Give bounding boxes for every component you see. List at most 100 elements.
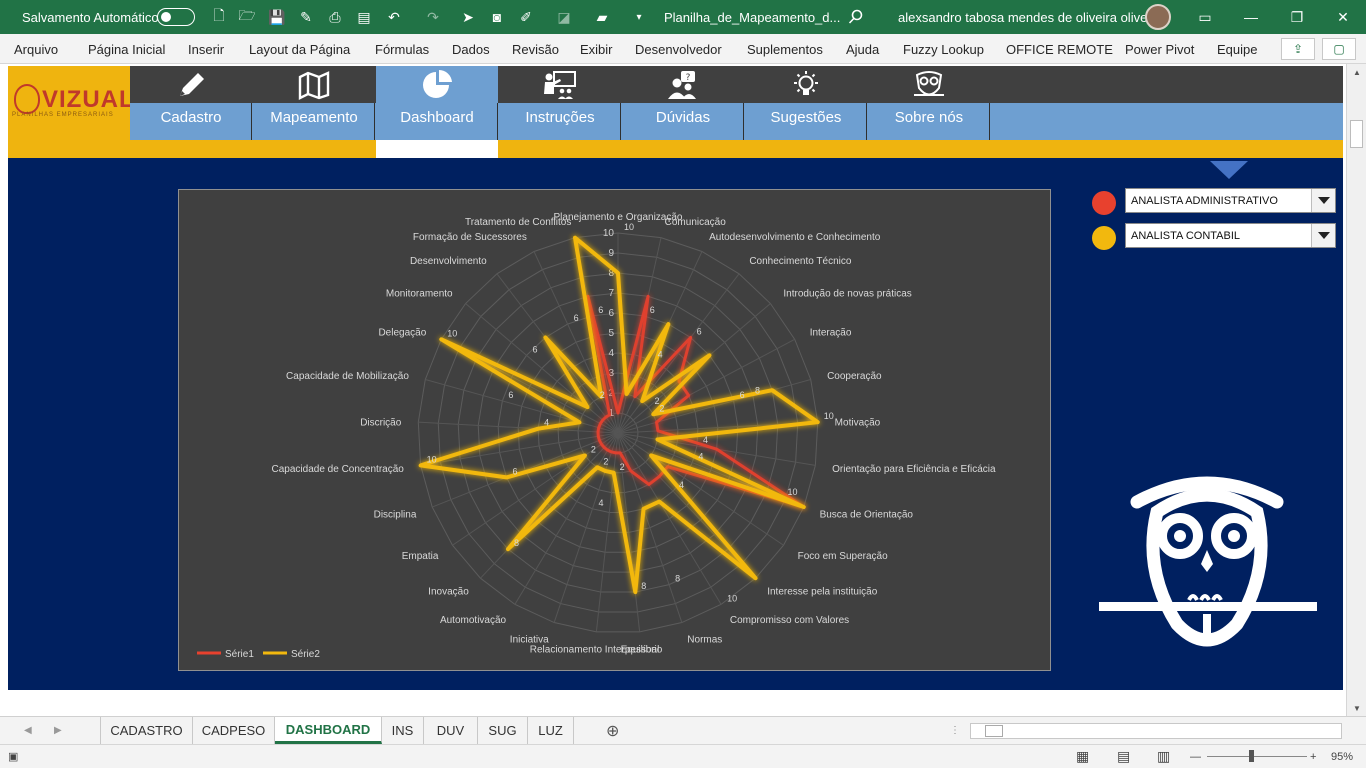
role-select-2[interactable]: ANALISTA CONTABIL [1125,223,1336,248]
tab-splitter-icon[interactable]: ⋮ [950,717,960,744]
scroll-up-icon[interactable]: ▲ [1347,66,1366,80]
avatar[interactable] [1145,4,1171,30]
radar-category-label: Normas [687,635,722,646]
radar-data-label: 2 [600,390,605,400]
radar-category-label: Interação [810,327,852,338]
sheet-tabs-bar: ◀ ▶ CADASTRO CADPESO DASHBOARD INS DUV S… [0,716,1366,744]
sheet-tab-ins[interactable]: INS [382,717,424,744]
close-icon[interactable]: ✕ [1320,0,1366,34]
camera-icon[interactable]: ◙ [487,0,507,34]
page-layout-view-icon[interactable]: ▤ [1117,745,1130,768]
horizontal-scroll-thumb[interactable] [985,725,1003,737]
radar-category-label: Compromisso com Valores [730,615,849,626]
radar-tick-label: 4 [608,348,614,359]
menu-power-pivot[interactable]: Power Pivot [1125,34,1194,64]
document-icon[interactable]: ▤ [354,0,374,34]
role-select-1[interactable]: ANALISTA ADMINISTRATIVO [1125,188,1336,213]
scroll-down-icon[interactable]: ▼ [1347,702,1366,716]
zoom-in-icon[interactable]: + [1310,745,1316,768]
radar-category-label: Planejamento e Organização [554,212,683,223]
menu-desenvolvedor[interactable]: Desenvolvedor [635,34,722,64]
ribbon-display-icon[interactable]: ▭ [1182,0,1228,34]
series1-color-dot [1092,191,1116,215]
comments-icon[interactable]: ▢ [1322,38,1356,60]
vertical-scroll-thumb[interactable] [1350,120,1363,148]
radar-chart[interactable]: 1 2 3 4 5 6 7 8 9 10 Planejamento e Organização Com… [178,189,1051,671]
radar-data-label: 6 [650,305,655,315]
chevron-down-icon[interactable] [1311,189,1335,212]
menu-suplementos[interactable]: Suplementos [747,34,823,64]
question-person-icon: ? [622,66,744,103]
lightbulb-icon [745,66,867,103]
sheet-tab-cadpeso[interactable]: CADPESO [193,717,275,744]
add-sheet-icon[interactable]: ⊕ [606,717,619,744]
normal-view-icon[interactable]: ▦ [1076,745,1089,768]
zoom-level[interactable]: 95% [1331,745,1353,768]
autosave-toggle[interactable] [157,8,195,26]
sheet-tab-duv[interactable]: DUV [424,717,478,744]
menu-formulas[interactable]: Fórmulas [375,34,429,64]
radar-category-label: Conhecimento Técnico [749,256,852,267]
sheet-tab-luz[interactable]: LUZ [528,717,574,744]
nav-tab-dashboard[interactable]: Dashboard [376,66,498,140]
form-icon[interactable]: ✎ [296,0,316,34]
edit-document-icon[interactable]: ✐ [516,0,536,34]
series2-color-dot [1092,226,1116,250]
zoom-slider-thumb[interactable] [1249,750,1254,762]
menu-revisao[interactable]: Revisão [512,34,559,64]
nav-tab-sobre-nos[interactable]: Sobre nós [868,66,990,140]
menu-office-remote[interactable]: OFFICE REMOTE [1006,34,1113,64]
nav-tab-cadastro[interactable]: Cadastro [130,66,252,140]
zoom-slider[interactable] [1207,756,1307,757]
save-icon[interactable]: 💾 [267,0,287,34]
tab-prev-icon[interactable]: ◀ [24,717,32,744]
customize-icon[interactable]: ▾ [629,0,649,34]
print-icon[interactable]: ⎙ [325,0,345,34]
zoom-out-icon[interactable]: — [1190,745,1201,768]
highlight-icon[interactable]: ▰ [592,0,612,34]
radar-data-label: 6 [697,326,702,336]
menu-equipe[interactable]: Equipe [1217,34,1257,64]
menu-pagina-inicial[interactable]: Página Inicial [88,34,165,64]
menu-fuzzy-lookup[interactable]: Fuzzy Lookup [903,34,984,64]
new-file-icon[interactable]: 🗋 [209,0,229,34]
radar-category-label: Empatia [402,551,439,562]
radar-category-label: Interesse pela instituição [767,587,878,598]
vertical-scrollbar[interactable]: ▲ ▼ [1346,64,1366,716]
search-icon[interactable] [846,0,866,34]
radar-data-label: 6 [513,466,518,476]
radar-tick-label: 9 [608,248,614,259]
page-break-view-icon[interactable]: ▥ [1157,745,1170,768]
restore-icon[interactable]: ❐ [1274,0,1320,34]
nav-tab-duvidas[interactable]: ? Dúvidas [622,66,744,140]
undo-icon[interactable]: ↶ [384,0,404,34]
nav-tab-instrucoes[interactable]: Instruções [499,66,621,140]
redo-icon[interactable]: ↷ [423,0,443,34]
radar-tick-label: 6 [608,308,614,319]
sheet-tab-dashboard[interactable]: DASHBOARD [275,717,382,744]
tab-next-icon[interactable]: ▶ [54,717,62,744]
menu-arquivo[interactable]: Arquivo [14,34,58,64]
open-folder-icon[interactable]: 🗁 [237,0,257,34]
minimize-icon[interactable]: — [1228,0,1274,34]
menu-ajuda[interactable]: Ajuda [846,34,879,64]
send-icon[interactable]: ➤ [458,0,478,34]
share-icon[interactable]: ⇪ [1281,38,1315,60]
logo-brand: VIZUAL [42,86,135,113]
nav-tab-mapeamento[interactable]: Mapeamento [253,66,375,140]
menu-inserir[interactable]: Inserir [188,34,224,64]
radar-data-label: 8 [755,386,760,396]
chevron-down-icon[interactable] [1311,224,1335,247]
nav-tab-sugestoes[interactable]: Sugestões [745,66,867,140]
radar-category-label: Iniciativa [510,635,549,646]
sheet-tab-cadastro[interactable]: CADASTRO [100,717,193,744]
radar-data-label: 4 [703,435,708,445]
horizontal-scrollbar[interactable] [970,723,1342,739]
autosave-label: Salvamento Automático [22,9,159,25]
menu-layout[interactable]: Layout da Página [249,34,350,64]
sheet-tab-sug[interactable]: SUG [478,717,528,744]
chart-insert-icon[interactable]: ◪ [554,0,574,34]
menu-exibir[interactable]: Exibir [580,34,613,64]
menu-dados[interactable]: Dados [452,34,490,64]
macro-record-icon[interactable]: ▣ [8,745,18,768]
